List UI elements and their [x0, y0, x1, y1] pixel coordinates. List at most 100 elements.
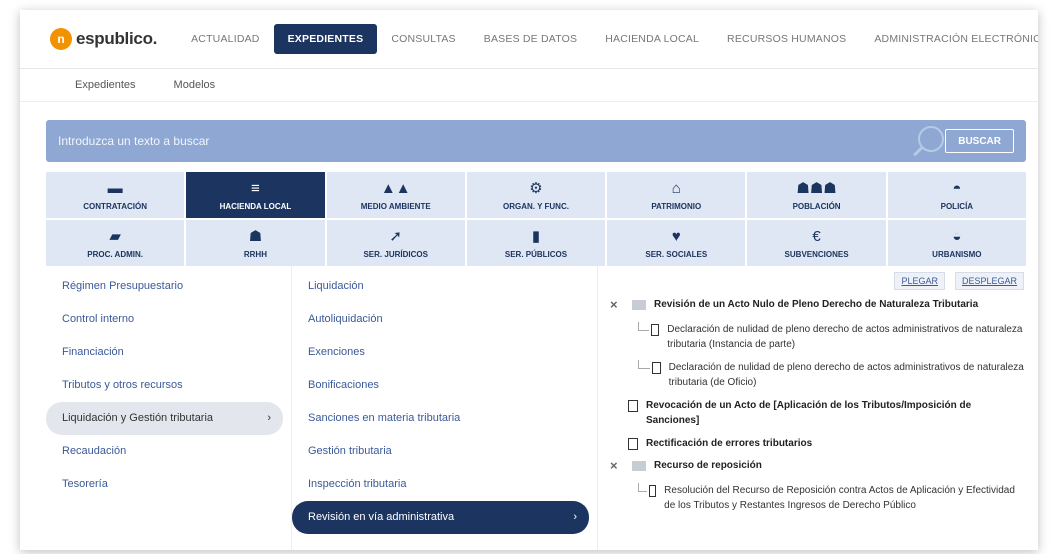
tree-leaf[interactable]: Revocación de un Acto de [Aplicación de …	[598, 398, 1026, 428]
coins-icon: ≡	[251, 179, 260, 197]
category-label: SER. SOCIALES	[645, 249, 708, 259]
category-poblacion[interactable]: ☗☗☗ POBLACIÓN	[747, 172, 886, 218]
list-item[interactable]: Recaudación	[46, 435, 291, 468]
search-input[interactable]	[46, 133, 946, 149]
nav-item-administracion-electronica[interactable]: ADMINISTRACIÓN ELECTRÓNICA	[860, 24, 1038, 54]
category-hacienda-local[interactable]: ≡ HACIENDA LOCAL	[186, 172, 325, 218]
category-ser-sociales[interactable]: ♥ SER. SOCIALES	[607, 220, 746, 266]
category-label: POBLACIÓN	[792, 201, 841, 211]
document-tree: × Revisión de un Acto Nulo de Pleno Dere…	[598, 298, 1026, 513]
list-item[interactable]: Gestión tributaria	[292, 435, 597, 468]
close-icon[interactable]: ×	[610, 459, 624, 473]
nav-item-expedientes[interactable]: EXPEDIENTES	[273, 24, 378, 54]
document-icon	[649, 485, 657, 497]
column-subcategories: Régimen Presupuestario Control interno F…	[46, 266, 292, 550]
nav-item-recursos-humanos[interactable]: RECURSOS HUMANOS	[713, 24, 860, 54]
document-icon	[652, 362, 661, 374]
logo-icon: n	[50, 28, 72, 50]
tree-leaf-label: Rectificación de errores tributarios	[646, 438, 813, 449]
gears-icon: ⚙	[529, 179, 543, 197]
tree-branch	[638, 360, 651, 369]
page: n espublico. ACTUALIDAD EXPEDIENTES CONS…	[20, 10, 1038, 550]
nav-item-hacienda-local[interactable]: HACIENDA LOCAL	[591, 24, 713, 54]
chevron-right-icon: ›	[267, 412, 271, 424]
document-icon	[651, 324, 660, 336]
list-item[interactable]: Exenciones	[292, 336, 597, 369]
list-item[interactable]: Financiación	[46, 336, 291, 369]
list-item[interactable]: Liquidación	[292, 270, 597, 303]
category-rrhh[interactable]: ☗ RRHH	[186, 220, 325, 266]
category-grid: ▬ CONTRATACIÓN ≡ HACIENDA LOCAL ▲▲ MEDIO AM…	[46, 172, 1026, 266]
subnav-item-expedientes[interactable]: Expedientes	[75, 79, 136, 91]
expand-all-button[interactable]: DESPLEGAR	[954, 272, 1024, 290]
home-icon: ⌂	[671, 179, 681, 197]
list-item[interactable]: Régimen Presupuestario	[46, 270, 291, 303]
top-bar: n espublico. ACTUALIDAD EXPEDIENTES CONS…	[20, 10, 1038, 69]
list-item[interactable]: Sanciones en materia tributaria	[292, 402, 597, 435]
document-icon	[628, 438, 638, 450]
list-item[interactable]: Inspección tributaria	[292, 468, 597, 501]
category-subvenciones[interactable]: € SUBVENCIONES	[747, 220, 886, 266]
category-medio-ambiente[interactable]: ▲▲ MEDIO AMBIENTE	[326, 172, 465, 218]
subnav-item-modelos[interactable]: Modelos	[174, 79, 216, 91]
tree-node[interactable]: × Recurso de reposición	[598, 459, 1026, 473]
document-tree-panel: PLEGAR DESPLEGAR × Revisión de un Acto N…	[598, 266, 1026, 550]
briefcase-icon: ▬	[107, 179, 123, 197]
category-label: ORGAN. Y FUNC.	[503, 201, 569, 211]
list-item-label: Liquidación y Gestión tributaria	[62, 412, 214, 424]
category-ser-juridicos[interactable]: ➚ SER. JURÍDICOS	[326, 220, 465, 266]
nav-item-actualidad[interactable]: ACTUALIDAD	[177, 24, 274, 54]
list-item-selected[interactable]: Liquidación y Gestión tributaria ›	[46, 402, 283, 435]
search-bar: BUSCAR	[46, 120, 1026, 162]
logo[interactable]: n espublico.	[50, 28, 157, 50]
collapse-all-button[interactable]: PLEGAR	[894, 272, 945, 290]
category-label: SER. JURÍDICOS	[363, 249, 428, 259]
police-cap-icon: ◓	[952, 179, 962, 197]
category-organ-y-func[interactable]: ⚙ ORGAN. Y FUNC.	[466, 172, 606, 218]
tree-leaf-label: Declaración de nulidad de pleno derecho …	[668, 362, 1024, 388]
main-nav: ACTUALIDAD EXPEDIENTES CONSULTAS BASES D…	[177, 24, 1038, 54]
category-patrimonio[interactable]: ⌂ PATRIMONIO	[607, 172, 746, 218]
user-icon: ☗	[248, 227, 263, 245]
category-label: CONTRATACIÓN	[83, 201, 147, 211]
column-topics: Liquidación Autoliquidación Exenciones B…	[292, 266, 598, 550]
tree-leaf[interactable]: Resolución del Recurso de Reposición con…	[598, 483, 1026, 513]
search-button[interactable]: BUSCAR	[945, 129, 1014, 153]
close-icon[interactable]: ×	[610, 298, 624, 312]
browser-columns: Régimen Presupuestario Control interno F…	[46, 266, 1026, 550]
tree-leaf-label: Resolución del Recurso de Reposición con…	[664, 485, 1015, 511]
folder-icon: ▰	[109, 227, 121, 245]
tree-leaf[interactable]: Declaración de nulidad de pleno derecho …	[598, 360, 1026, 390]
list-item[interactable]: Control interno	[46, 303, 291, 336]
trees-icon: ▲▲	[380, 179, 411, 197]
folder-icon	[632, 461, 646, 471]
list-item-selected[interactable]: Revisión en vía administrativa ›	[292, 501, 589, 534]
tree-node-label: Revisión de un Acto Nulo de Pleno Derech…	[654, 299, 979, 310]
tree-leaf[interactable]: Declaración de nulidad de pleno derecho …	[598, 322, 1026, 352]
list-item[interactable]: Autoliquidación	[292, 303, 597, 336]
document-icon	[628, 400, 638, 412]
category-contratacion[interactable]: ▬ CONTRATACIÓN	[46, 172, 185, 218]
sub-nav: Expedientes Modelos	[20, 69, 1038, 102]
nav-item-consultas[interactable]: CONSULTAS	[377, 24, 469, 54]
tree-node[interactable]: × Revisión de un Acto Nulo de Pleno Dere…	[598, 298, 1026, 312]
tree-leaf-label: Revocación de un Acto de [Aplicación de …	[645, 400, 972, 426]
category-label: SUBVENCIONES	[784, 249, 849, 259]
list-item[interactable]: Bonificaciones	[292, 369, 597, 402]
folder-icon	[632, 300, 646, 310]
category-urbanismo[interactable]: ◒ URBANISMO	[887, 220, 1026, 266]
category-proc-admin[interactable]: ▰ PROC. ADMIN.	[46, 220, 185, 266]
trash-icon: ▮	[531, 227, 541, 245]
search-icon	[918, 126, 944, 152]
tree-leaf[interactable]: Rectificación de errores tributarios	[598, 436, 1026, 451]
list-item[interactable]: Tesorería	[46, 468, 291, 501]
nav-item-bases-de-datos[interactable]: BASES DE DATOS	[470, 24, 591, 54]
helmet-icon: ◒	[952, 227, 962, 245]
category-policia[interactable]: ◓ POLICÍA	[887, 172, 1026, 218]
category-ser-publicos[interactable]: ▮ SER. PÚBLICOS	[466, 220, 606, 266]
list-item[interactable]: Tributos y otros recursos	[46, 369, 291, 402]
euro-icon: €	[812, 227, 821, 245]
category-label: POLICÍA	[940, 201, 974, 211]
category-label: RRHH	[243, 249, 267, 259]
tree-actions: PLEGAR DESPLEGAR	[598, 272, 1024, 290]
